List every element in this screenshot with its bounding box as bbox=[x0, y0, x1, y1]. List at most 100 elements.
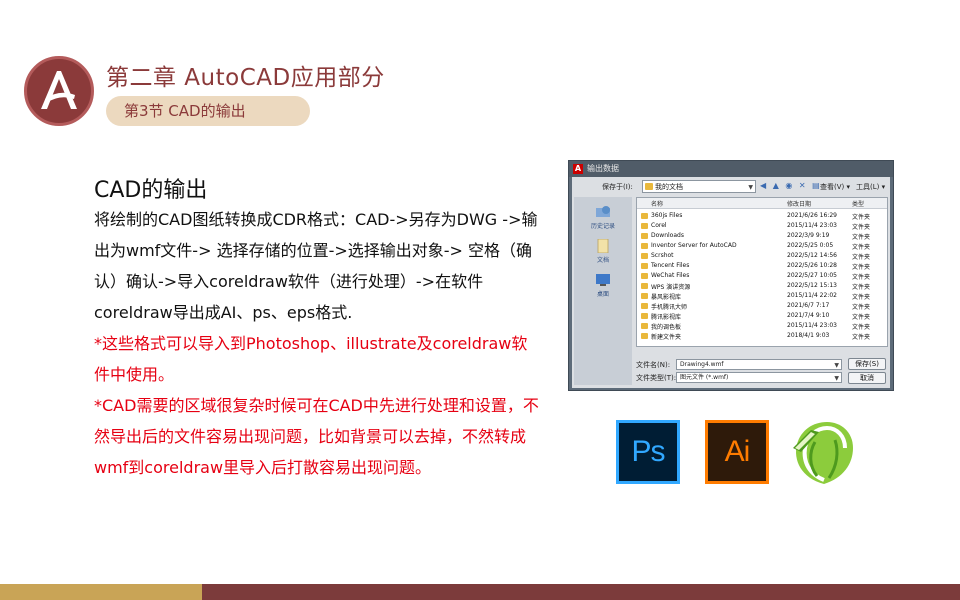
footer-bar-left bbox=[0, 584, 202, 600]
dialog-toolbar: 保存于(I): 我的文档 ▼ ◀ ▲ ◉ ✕ ▤ 查看(V) ▾ 工具(L) ▾ bbox=[572, 177, 890, 197]
filetype-value: 图元文件 (*.wmf) bbox=[680, 374, 729, 381]
filetype-label: 文件类型(T): bbox=[636, 374, 677, 382]
file-date: 2022/5/27 10:05 bbox=[787, 272, 837, 279]
folder-icon bbox=[641, 303, 648, 309]
file-type: 文件夹 bbox=[852, 324, 871, 331]
folder-icon bbox=[641, 223, 648, 229]
file-type: 文件夹 bbox=[852, 244, 871, 251]
place-desktop[interactable]: 桌面 bbox=[574, 273, 632, 298]
column-header-type[interactable]: 类型 bbox=[852, 199, 864, 208]
folder-icon bbox=[641, 263, 648, 269]
file-row[interactable]: Scrshot 2022/5/12 14:56 文件夹 bbox=[637, 251, 887, 261]
autocad-app-icon: A bbox=[573, 164, 583, 174]
file-date: 2021/6/26 16:29 bbox=[787, 212, 837, 219]
file-name: WeChat Files bbox=[651, 272, 690, 279]
file-type: 文件夹 bbox=[852, 264, 871, 271]
folder-icon bbox=[641, 313, 648, 319]
file-type: 文件夹 bbox=[852, 234, 871, 241]
folder-icon bbox=[641, 273, 648, 279]
file-name: 新建文件夹 bbox=[651, 334, 682, 341]
file-type: 文件夹 bbox=[852, 284, 871, 291]
dialog-body: 保存于(I): 我的文档 ▼ ◀ ▲ ◉ ✕ ▤ 查看(V) ▾ 工具(L) ▾… bbox=[572, 177, 890, 388]
file-type: 文件夹 bbox=[852, 304, 871, 311]
save-in-dropdown[interactable]: 我的文档 ▼ bbox=[642, 180, 756, 193]
file-type: 文件夹 bbox=[852, 274, 871, 281]
file-row[interactable]: Downloads 2022/3/9 9:19 文件夹 bbox=[637, 231, 887, 241]
file-row[interactable]: 新建文件夹 2018/4/1 9:03 文件夹 bbox=[637, 331, 887, 341]
file-name: Corel bbox=[651, 222, 667, 229]
cancel-button[interactable]: 取消 bbox=[848, 372, 886, 384]
file-type: 文件夹 bbox=[852, 314, 871, 321]
tools-menu[interactable]: 工具(L) ▾ bbox=[856, 182, 885, 192]
paragraph-note-complex: *CAD需要的区域很复杂时候可在CAD中先进行处理和设置，不然导出后的文件容易出… bbox=[94, 396, 539, 477]
dialog-title: 输出数据 bbox=[587, 164, 619, 173]
file-name: Scrshot bbox=[651, 252, 674, 259]
history-icon bbox=[596, 206, 610, 217]
file-name: 暴风影视库 bbox=[651, 294, 682, 301]
save-button[interactable]: 保存(S) bbox=[848, 358, 886, 370]
chapter-title: 第二章 AutoCAD应用部分 bbox=[106, 65, 385, 91]
filename-input[interactable]: Drawing4.wmf ▼ bbox=[676, 359, 842, 370]
desktop-icon bbox=[596, 274, 610, 286]
coreldraw-logo-icon bbox=[793, 422, 853, 484]
file-name: Inventor Server for AutoCAD bbox=[651, 242, 737, 249]
file-row[interactable]: 手机腾讯大师 2021/6/7 7:17 文件夹 bbox=[637, 301, 887, 311]
place-history[interactable]: 历史记录 bbox=[574, 205, 632, 230]
file-row[interactable]: 腾讯影视库 2021/7/4 9:10 文件夹 bbox=[637, 311, 887, 321]
folder-icon bbox=[641, 283, 648, 289]
file-row[interactable]: 360js Files 2021/6/26 16:29 文件夹 bbox=[637, 211, 887, 221]
file-list[interactable]: 名称 修改日期 类型 360js Files 2021/6/26 16:29 文件夹… bbox=[636, 197, 888, 347]
chevron-down-icon: ▼ bbox=[748, 184, 753, 191]
file-name: 360js Files bbox=[651, 212, 683, 219]
save-in-value: 我的文档 bbox=[655, 183, 683, 191]
save-in-label: 保存于(I): bbox=[602, 183, 633, 191]
coreldraw-icon bbox=[791, 418, 857, 486]
file-date: 2021/7/4 9:10 bbox=[787, 312, 830, 319]
paragraph-note-formats: *这些格式可以导入到Photoshop、illustrate及coreldraw… bbox=[94, 334, 528, 384]
file-row[interactable]: 我的调色板 2015/11/4 23:03 文件夹 bbox=[637, 321, 887, 331]
toolbar-nav-icons[interactable]: ◀ ▲ ◉ ✕ ▤ bbox=[760, 181, 822, 190]
dialog-titlebar: A 输出数据 bbox=[569, 161, 893, 177]
view-menu[interactable]: 查看(V) ▾ bbox=[820, 182, 850, 192]
file-type: 文件夹 bbox=[852, 294, 871, 301]
filename-label: 文件名(N): bbox=[636, 361, 671, 369]
export-dialog-screenshot: A 输出数据 保存于(I): 我的文档 ▼ ◀ ▲ ◉ ✕ ▤ 查看(V) ▾ … bbox=[568, 160, 894, 391]
file-row[interactable]: Corel 2015/11/4 23:03 文件夹 bbox=[637, 221, 887, 231]
paragraph-steps: 将绘制的CAD图纸转换成CDR格式：CAD->另存为DWG ->输出为wmf文件… bbox=[94, 210, 538, 322]
file-row[interactable]: WeChat Files 2022/5/27 10:05 文件夹 bbox=[637, 271, 887, 281]
file-date: 2022/5/26 10:28 bbox=[787, 262, 837, 269]
folder-icon bbox=[641, 243, 648, 249]
file-name: 腾讯影视库 bbox=[651, 314, 682, 321]
file-row[interactable]: Inventor Server for AutoCAD 2022/5/25 0:0… bbox=[637, 241, 887, 251]
place-documents[interactable]: 文档 bbox=[574, 239, 632, 264]
file-list-header: 名称 修改日期 类型 bbox=[637, 198, 887, 209]
filename-value: Drawing4.wmf bbox=[680, 361, 724, 368]
file-name: WPS 演讲资源 bbox=[651, 284, 691, 291]
file-date: 2022/5/12 15:13 bbox=[787, 282, 837, 289]
file-date: 2015/11/4 22:02 bbox=[787, 292, 837, 299]
filetype-select[interactable]: 图元文件 (*.wmf) ▼ bbox=[676, 372, 842, 383]
column-header-date[interactable]: 修改日期 bbox=[787, 199, 811, 208]
content-heading: CAD的输出 bbox=[94, 178, 208, 203]
folder-icon bbox=[645, 183, 653, 190]
place-label: 文档 bbox=[596, 257, 609, 264]
file-type: 文件夹 bbox=[852, 254, 871, 261]
illustrator-icon: Ai bbox=[705, 420, 769, 484]
file-type: 文件夹 bbox=[852, 334, 871, 341]
folder-icon bbox=[641, 293, 648, 299]
chapter-logo bbox=[24, 56, 94, 126]
folder-icon bbox=[641, 333, 648, 339]
file-row[interactable]: WPS 演讲资源 2022/5/12 15:13 文件夹 bbox=[637, 281, 887, 291]
file-date: 2022/5/12 14:56 bbox=[787, 252, 837, 259]
file-date: 2015/11/4 23:03 bbox=[787, 322, 837, 329]
place-label: 桌面 bbox=[596, 291, 609, 298]
folder-icon bbox=[641, 323, 648, 329]
place-label: 历史记录 bbox=[590, 223, 615, 230]
file-row[interactable]: Tencent Files 2022/5/26 10:28 文件夹 bbox=[637, 261, 887, 271]
photoshop-icon: Ps bbox=[616, 420, 680, 484]
file-row[interactable]: 暴风影视库 2015/11/4 22:02 文件夹 bbox=[637, 291, 887, 301]
file-date: 2022/5/25 0:05 bbox=[787, 242, 834, 249]
folder-icon bbox=[641, 253, 648, 259]
column-header-name[interactable]: 名称 bbox=[651, 199, 663, 208]
file-date: 2015/11/4 23:03 bbox=[787, 222, 837, 229]
